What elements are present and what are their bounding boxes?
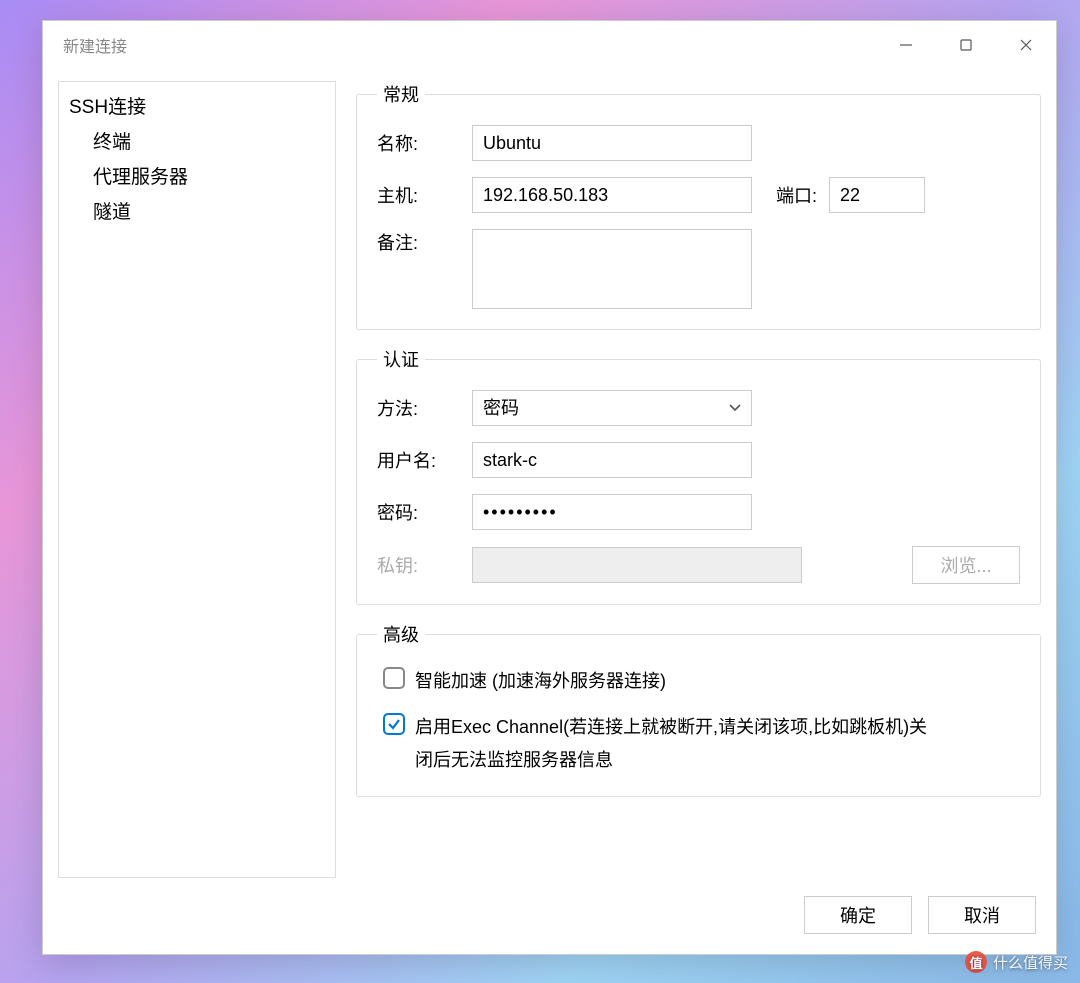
smart-accel-checkbox[interactable] (383, 667, 405, 689)
dialog-content: SSH连接 终端 代理服务器 隧道 常规 名称: 主机: 端口: 备注: (43, 69, 1056, 878)
port-input[interactable] (829, 177, 925, 213)
watermark-text: 什么值得买 (993, 952, 1068, 973)
password-input[interactable] (472, 494, 752, 530)
minimize-button[interactable] (876, 21, 936, 69)
exec-channel-label: 启用Exec Channel(若连接上就被断开,请关闭该项,比如跳板机)关闭后无… (415, 711, 935, 776)
sidebar-item-terminal[interactable]: 终端 (59, 123, 335, 158)
privkey-input (472, 547, 802, 583)
cancel-button[interactable]: 取消 (928, 896, 1036, 934)
browse-button: 浏览... (912, 546, 1020, 584)
close-button[interactable] (996, 21, 1056, 69)
host-label: 主机: (377, 182, 472, 208)
username-input[interactable] (472, 442, 752, 478)
note-textarea[interactable] (472, 229, 752, 309)
advanced-legend: 高级 (377, 621, 425, 647)
window-title: 新建连接 (63, 33, 127, 57)
method-select[interactable]: 密码 (472, 390, 752, 426)
method-label: 方法: (377, 395, 472, 421)
sidebar: SSH连接 终端 代理服务器 隧道 (58, 81, 336, 878)
titlebar-buttons (876, 21, 1056, 69)
privkey-label: 私钥: (377, 552, 472, 578)
maximize-icon (959, 38, 973, 52)
username-label: 用户名: (377, 447, 472, 473)
close-icon (1019, 38, 1033, 52)
host-input[interactable] (472, 177, 752, 213)
note-label: 备注: (377, 229, 472, 255)
auth-fieldset: 认证 方法: 密码 用户名: (356, 346, 1041, 605)
password-label: 密码: (377, 499, 472, 525)
advanced-fieldset: 高级 智能加速 (加速海外服务器连接) 启用Exec Channel(若连接上就… (356, 621, 1041, 797)
general-fieldset: 常规 名称: 主机: 端口: 备注: (356, 81, 1041, 330)
check-icon (387, 717, 401, 731)
watermark: 值 什么值得买 (965, 951, 1068, 973)
name-input[interactable] (472, 125, 752, 161)
titlebar: 新建连接 (43, 21, 1056, 69)
minimize-icon (899, 38, 913, 52)
sidebar-item-tunnel[interactable]: 隧道 (59, 193, 335, 228)
sidebar-item-ssh[interactable]: SSH连接 (59, 88, 335, 123)
general-legend: 常规 (377, 81, 425, 107)
sidebar-item-proxy[interactable]: 代理服务器 (59, 158, 335, 193)
port-label: 端口: (776, 182, 817, 208)
dialog-footer: 确定 取消 (43, 878, 1056, 954)
maximize-button[interactable] (936, 21, 996, 69)
name-label: 名称: (377, 130, 472, 156)
main-panel: 常规 名称: 主机: 端口: 备注: 认证 (356, 81, 1041, 878)
auth-legend: 认证 (377, 346, 425, 372)
ok-button[interactable]: 确定 (804, 896, 912, 934)
exec-channel-checkbox[interactable] (383, 713, 405, 735)
watermark-badge: 值 (965, 951, 987, 973)
new-connection-dialog: 新建连接 SSH连接 终端 代理服务器 隧道 常规 名称: (42, 20, 1057, 955)
smart-accel-label: 智能加速 (加速海外服务器连接) (415, 665, 666, 697)
